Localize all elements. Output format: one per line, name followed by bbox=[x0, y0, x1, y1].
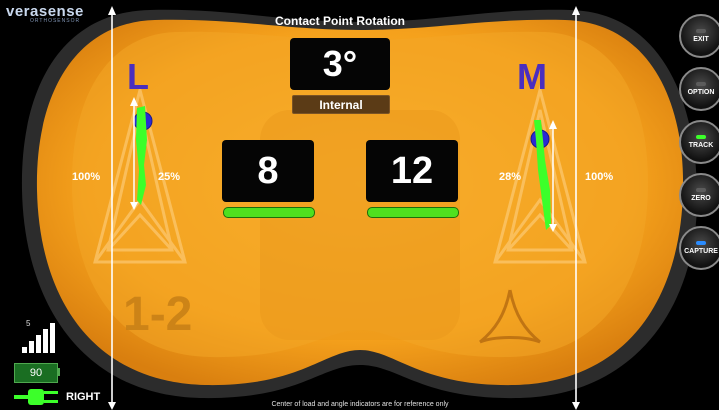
medial-inner-percent: 28% bbox=[499, 171, 522, 183]
option-button-label: OPTION bbox=[687, 89, 715, 96]
signal-bars-icon bbox=[22, 323, 55, 353]
capture-button[interactable]: CAPTURE bbox=[679, 226, 719, 270]
capture-button-label: CAPTURE bbox=[684, 248, 718, 255]
lateral-outer-percent: 100% bbox=[72, 171, 101, 183]
lateral-load-bar bbox=[223, 207, 315, 218]
option-led bbox=[696, 82, 706, 86]
lateral-load-bar-track bbox=[223, 207, 315, 218]
lateral-load-value: 8 bbox=[222, 140, 314, 202]
medial-load-bar bbox=[367, 207, 459, 218]
lateral-angle-arrow-top bbox=[130, 97, 138, 106]
capture-led bbox=[696, 241, 706, 245]
verasense-screen: verasense ORTHOSENSOR Contact Point Rota… bbox=[0, 0, 719, 410]
operative-side-label: RIGHT bbox=[66, 391, 101, 403]
zero-button[interactable]: ZERO bbox=[679, 173, 719, 217]
medial-angle-arrow-bottom bbox=[549, 224, 557, 232]
exit-button-label: EXIT bbox=[693, 36, 709, 43]
medial-load-value: 12 bbox=[366, 140, 458, 202]
zero-led bbox=[696, 188, 706, 192]
track-button-label: TRACK bbox=[688, 142, 714, 149]
option-button[interactable]: OPTION bbox=[679, 67, 719, 111]
lateral-inner-percent: 25% bbox=[158, 171, 181, 183]
lateral-track-trace bbox=[136, 106, 147, 205]
battery-tip bbox=[57, 368, 60, 376]
plug-icon bbox=[14, 389, 58, 405]
lateral-angle-arrow-bottom bbox=[130, 202, 138, 210]
medial-outer-percent: 100% bbox=[585, 171, 614, 183]
battery-indicator: 90 bbox=[14, 363, 58, 383]
medial-load-bar-track bbox=[367, 207, 459, 218]
exit-led bbox=[696, 29, 706, 33]
zero-button-label: ZERO bbox=[691, 195, 711, 202]
track-led bbox=[696, 135, 706, 139]
exit-button[interactable]: EXIT bbox=[679, 14, 719, 58]
medial-angle-arrow-top bbox=[549, 120, 557, 129]
tracking-overlay bbox=[130, 97, 557, 232]
insert-config-label: 1-2 bbox=[123, 288, 193, 341]
reference-disclaimer: Center of load and angle indicators are … bbox=[271, 401, 449, 408]
track-button[interactable]: TRACK bbox=[679, 120, 719, 164]
